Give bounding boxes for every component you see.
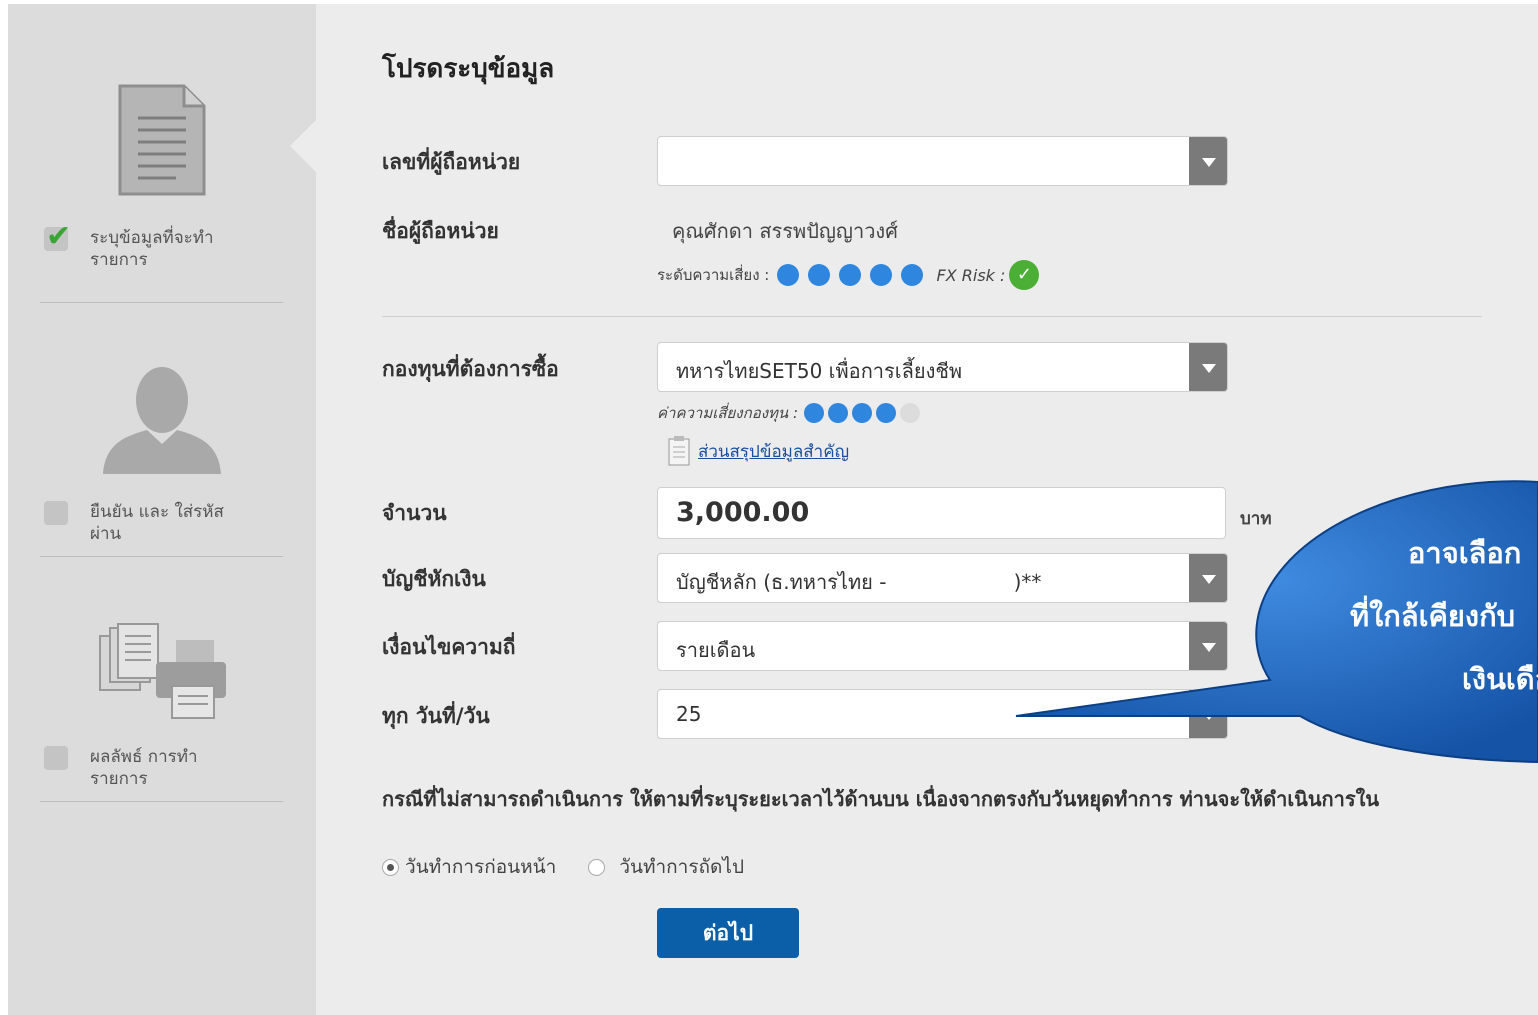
callout-line-3: เงินเดือ xyxy=(1462,662,1538,696)
callout-line-1: อาจเลือก xyxy=(1408,536,1522,570)
callout-line-2: ที่ใกล้เคียงกับ xyxy=(1350,599,1516,633)
speech-bubble xyxy=(1015,480,1538,764)
